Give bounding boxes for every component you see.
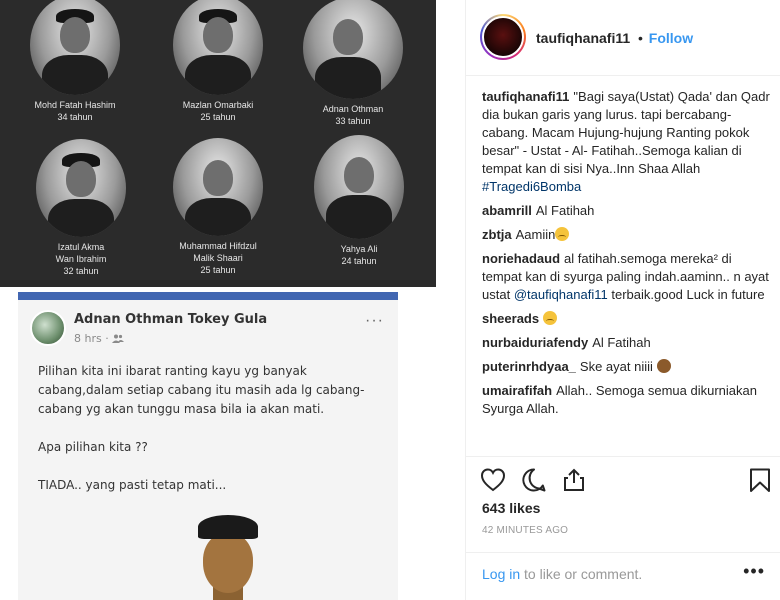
- instagram-panel: taufiqhanafi11 • Follow taufiqhanafi11 "B…: [465, 0, 780, 600]
- portrait-photo: [36, 139, 126, 237]
- portrait-name: Muhammad Hifdzul Malik Shaari: [179, 241, 257, 263]
- bookmark-icon: [750, 468, 770, 492]
- caption-username[interactable]: taufiqhanafi11: [482, 89, 569, 104]
- comment-username[interactable]: sheerads: [482, 311, 539, 326]
- post-timestamp[interactable]: 42 MINUTES AGO: [482, 525, 568, 536]
- portrait-card: Muhammad Hifdzul Malik Shaari 25 tahun: [173, 138, 263, 276]
- portrait-card: Yahya Ali 24 tahun: [314, 135, 404, 267]
- comment-username[interactable]: abamrill: [482, 203, 532, 218]
- login-link[interactable]: Log in: [482, 566, 520, 582]
- portrait-photo: [173, 0, 263, 95]
- comment-icon: [522, 468, 546, 492]
- portrait-card: Adnan Othman 33 tahun: [303, 0, 403, 127]
- comment-username[interactable]: nurbaiduriafendy: [482, 335, 588, 350]
- portrait-photo: [173, 138, 263, 236]
- portrait-age: 33 tahun: [335, 116, 371, 126]
- comment-username[interactable]: umairafifah: [482, 383, 552, 398]
- monkey-emoji-icon: [656, 359, 671, 373]
- fb-more-icon: ···: [365, 312, 384, 329]
- portrait-name: Mohd Fatah Hashim: [34, 100, 116, 110]
- fb-time-text: 8 hrs ·: [74, 332, 113, 345]
- portrait-age: 25 tahun: [200, 265, 236, 275]
- comment-item: abamrill Al Fatihah: [482, 202, 774, 220]
- comments-list: taufiqhanafi11 "Bagi saya(Ustat) Qada' da…: [482, 88, 774, 454]
- comment-footer: Log in to like or comment. •••: [466, 552, 780, 592]
- fb-paragraph: Pilihan kita ini ibarat ranting kayu yg …: [38, 364, 365, 416]
- comment-item: nurbaiduriafendy Al Fatihah: [482, 334, 774, 352]
- post-image: Mohd Fatah Hashim 34 tahun Mazlan Omarba…: [0, 0, 465, 600]
- portrait-card: Mohd Fatah Hashim 34 tahun: [30, 0, 120, 123]
- follow-label: Follow: [648, 30, 694, 46]
- username-link[interactable]: taufiqhanafi11: [536, 30, 630, 46]
- comment-item: sheerads: [482, 310, 774, 328]
- portrait-name: Adnan Othman: [322, 104, 384, 114]
- mention-link[interactable]: @taufiqhanafi11: [514, 287, 608, 302]
- fb-avatar: [30, 310, 66, 346]
- facebook-post-screenshot: Adnan Othman Tokey Gula 8 hrs · ··· Pili…: [18, 292, 398, 600]
- portrait-name: Izatul Akma Wan Ibrahim: [55, 242, 107, 264]
- avatar[interactable]: [480, 14, 526, 60]
- login-prompt-text: to like or comment.: [520, 566, 643, 582]
- follow-button[interactable]: • Follow: [638, 30, 693, 46]
- friends-icon: [112, 334, 125, 343]
- comment-item: zbtja Aamiin: [482, 226, 774, 244]
- fb-photo: [193, 515, 263, 600]
- caption: taufiqhanafi11 "Bagi saya(Ustat) Qada' da…: [482, 88, 774, 196]
- fb-paragraph: TIADA.. yang pasti tetap mati...: [38, 478, 227, 492]
- comment-item: umairafifah Allah.. Semoga semua dikurnia…: [482, 382, 774, 418]
- portrait-name: Yahya Ali: [340, 244, 378, 254]
- post-header: taufiqhanafi11 • Follow: [466, 0, 780, 76]
- portrait-card: Mazlan Omarbaki 25 tahun: [173, 0, 263, 123]
- share-icon: [564, 468, 584, 491]
- portrait-card: Izatul Akma Wan Ibrahim 32 tahun: [36, 139, 126, 277]
- save-button[interactable]: [747, 467, 773, 493]
- fb-post-header: Adnan Othman Tokey Gula 8 hrs · ···: [18, 300, 398, 350]
- login-prompt: Log in to like or comment.: [482, 566, 642, 582]
- fb-author-name: Adnan Othman Tokey Gula: [74, 312, 268, 327]
- sad-face-emoji-icon: [555, 227, 570, 241]
- fb-post-time: 8 hrs ·: [74, 332, 125, 345]
- portrait-name: Mazlan Omarbaki: [182, 100, 254, 110]
- comment-username[interactable]: puterinrhdyaa_: [482, 359, 576, 374]
- comment-item: puterinrhdyaa_ Ske ayat niiii: [482, 358, 774, 376]
- more-options-icon[interactable]: •••: [743, 561, 765, 582]
- like-button[interactable]: [480, 467, 506, 493]
- likes-count[interactable]: 643 likes: [482, 500, 540, 516]
- portrait-age: 32 tahun: [63, 266, 99, 276]
- comment-username[interactable]: noriehadaud: [482, 251, 560, 266]
- portrait-age: 34 tahun: [57, 112, 93, 122]
- comment-text: Ske ayat niiii: [579, 359, 653, 374]
- portrait-photo: [314, 135, 404, 239]
- comment-button[interactable]: [521, 467, 547, 493]
- hashtag-link[interactable]: #Tragedi6Bomba: [482, 179, 581, 194]
- comment-username[interactable]: zbtja: [482, 227, 512, 242]
- memorial-panel: Mohd Fatah Hashim 34 tahun Mazlan Omarba…: [0, 0, 436, 287]
- portrait-age: 25 tahun: [200, 112, 236, 122]
- fb-paragraph: Apa pilihan kita ??: [38, 440, 148, 454]
- portrait-photo: [303, 0, 403, 99]
- comment-text: Al Fatihah: [535, 203, 595, 218]
- separator-dot: •: [638, 30, 643, 46]
- comment-text: Aamiin: [515, 227, 556, 242]
- heart-icon: [480, 468, 506, 492]
- sad-face-emoji-icon: [543, 311, 558, 325]
- avatar-image: [482, 16, 524, 58]
- comment-text: Al Fatihah: [592, 335, 651, 350]
- portrait-age: 24 tahun: [341, 256, 377, 266]
- portrait-photo: [30, 0, 120, 95]
- action-bar: [466, 456, 780, 500]
- comment-item: noriehadaud al fatihah.semoga mereka² di …: [482, 250, 774, 304]
- comment-text-continued: terbaik.good Luck in future: [611, 287, 765, 302]
- share-button[interactable]: [561, 467, 587, 493]
